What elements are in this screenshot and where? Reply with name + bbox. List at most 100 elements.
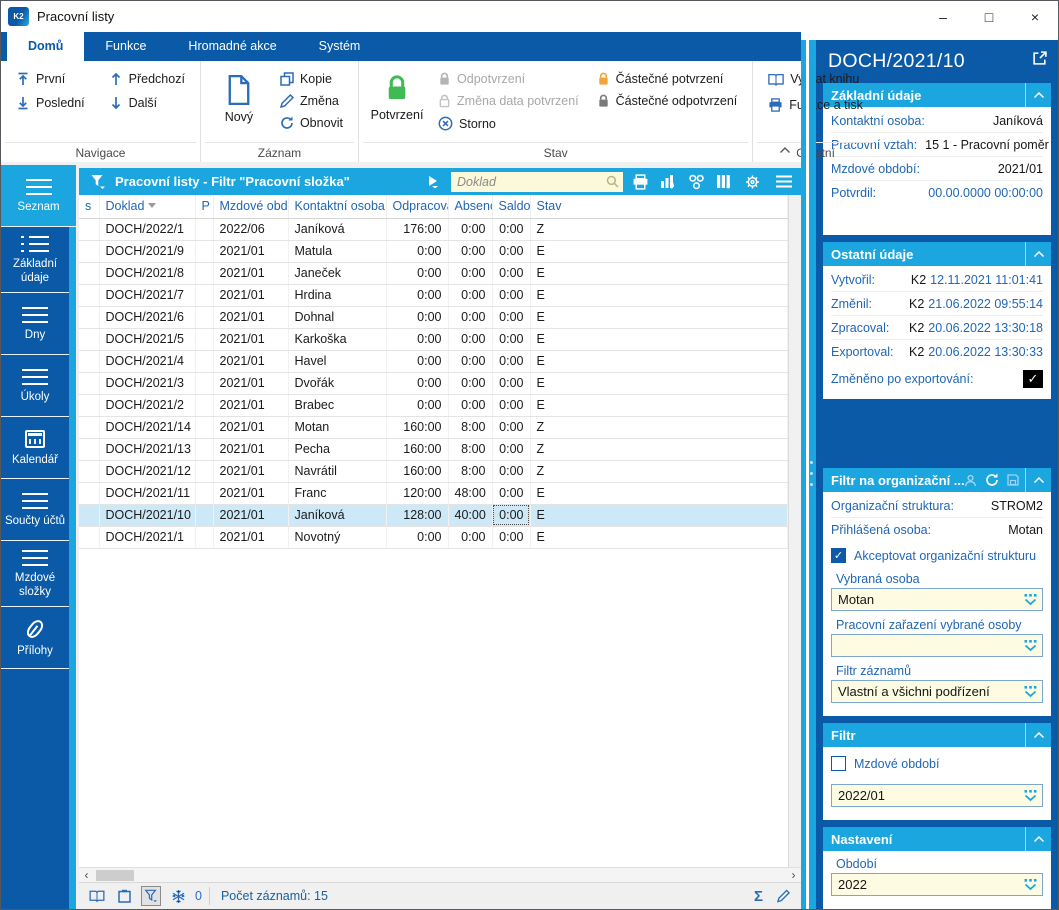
vertical-scrollbar[interactable] [788,195,801,867]
mzdove-obdobi-checkbox[interactable] [831,756,846,771]
cell-absence[interactable]: 8:00 [448,416,492,438]
refresh-button[interactable]: Obnovit [275,113,348,133]
column-header[interactable]: s [79,195,99,218]
dropdown-icon[interactable] [1023,685,1038,698]
storno-button[interactable]: Storno [433,113,584,134]
freeze-snowflake-icon[interactable] [168,886,188,906]
cell-stav[interactable]: E [530,262,788,284]
column-header[interactable]: Doklad [99,195,195,218]
cell-p[interactable] [195,350,213,372]
cell-p[interactable] [195,416,213,438]
book-view-icon[interactable] [87,886,107,906]
cell-stav[interactable]: E [530,284,788,306]
cell-odpracovano[interactable]: 176:00 [386,218,448,240]
column-header[interactable]: Saldo [492,195,530,218]
cell-osoba[interactable]: Havel [288,350,386,372]
print-grid-icon[interactable] [629,171,651,193]
cell-doklad[interactable]: DOCH/2021/13 [99,438,195,460]
play-filter-icon[interactable] [423,171,445,193]
collapse-section-icon[interactable] [1025,827,1051,851]
refresh-filter-icon[interactable] [985,473,999,487]
table-row[interactable]: DOCH/2021/2 2021/01 Brabec 0:00 0:00 0:0… [79,394,788,416]
cell-absence[interactable]: 0:00 [448,372,492,394]
cell-saldo[interactable]: 0:00 [492,350,530,372]
column-header[interactable]: Kontaktní osoba [288,195,386,218]
cell-doklad[interactable]: DOCH/2021/11 [99,482,195,504]
partial-unconfirm-button[interactable]: Částečné odpotvrzení [592,91,743,111]
cell-s[interactable] [79,262,99,284]
cell-doklad[interactable]: DOCH/2021/8 [99,262,195,284]
combo-field[interactable]: Motan [831,588,1043,611]
column-header[interactable]: Absence [448,195,492,218]
cell-obdobi[interactable]: 2021/01 [213,394,288,416]
table-row[interactable]: DOCH/2021/11 2021/01 Franc 120:00 48:00 … [79,482,788,504]
cell-odpracovano[interactable]: 0:00 [386,262,448,284]
cell-odpracovano[interactable]: 0:00 [386,240,448,262]
cell-osoba[interactable]: Karkoška [288,328,386,350]
cell-odpracovano[interactable]: 0:00 [386,350,448,372]
cell-obdobi[interactable]: 2021/01 [213,306,288,328]
cell-p[interactable] [195,328,213,350]
cell-doklad[interactable]: DOCH/2021/10 [99,504,195,526]
sidebar-item[interactable]: Základní údaje [1,227,69,293]
chart-icon[interactable] [657,171,679,193]
column-header[interactable]: P [195,195,213,218]
cell-s[interactable] [79,372,99,394]
cell-odpracovano[interactable]: 0:00 [386,394,448,416]
sidebar-item[interactable]: Kalendář [1,417,69,479]
cell-saldo[interactable]: 0:00 [492,262,530,284]
cell-doklad[interactable]: DOCH/2022/1 [99,218,195,240]
table-row[interactable]: DOCH/2022/1 2022/06 Janíková 176:00 0:00… [79,218,788,240]
sidebar-item[interactable]: Přílohy [1,607,69,669]
cell-osoba[interactable]: Navrátil [288,460,386,482]
sidebar-item[interactable]: Úkoly [1,355,69,417]
cell-saldo[interactable]: 0:00 [492,526,530,548]
sidebar-item[interactable]: Součty účtů [1,479,69,541]
table-row[interactable]: DOCH/2021/9 2021/01 Matula 0:00 0:00 0:0… [79,240,788,262]
grid-menu-icon[interactable] [773,171,795,193]
columns-icon[interactable] [713,171,735,193]
cell-obdobi[interactable]: 2021/01 [213,416,288,438]
table-row[interactable]: DOCH/2021/10 2021/01 Janíková 128:00 40:… [79,504,788,526]
cell-s[interactable] [79,328,99,350]
collapse-section-icon[interactable] [1025,242,1051,266]
cell-obdobi[interactable]: 2021/01 [213,482,288,504]
cell-odpracovano[interactable]: 120:00 [386,482,448,504]
cell-doklad[interactable]: DOCH/2021/1 [99,526,195,548]
cell-p[interactable] [195,218,213,240]
cell-p[interactable] [195,438,213,460]
cell-osoba[interactable]: Dvořák [288,372,386,394]
cell-obdobi[interactable]: 2021/01 [213,504,288,526]
cell-absence[interactable]: 0:00 [448,350,492,372]
cell-osoba[interactable]: Motan [288,416,386,438]
cell-saldo[interactable]: 0:00 [492,416,530,438]
cell-doklad[interactable]: DOCH/2021/2 [99,394,195,416]
minimize-button[interactable]: – [920,1,966,32]
period-combo[interactable]: 2022/01 [831,784,1043,807]
cell-s[interactable] [79,350,99,372]
cell-s[interactable] [79,504,99,526]
cell-s[interactable] [79,306,99,328]
splitter-handle[interactable] [810,461,813,486]
ribbon-tab[interactable]: Domů [7,32,84,61]
ribbon-tab[interactable]: Hromadné akce [167,32,297,61]
cell-obdobi[interactable]: 2021/01 [213,372,288,394]
horizontal-scrollbar[interactable]: ‹ › [79,867,801,882]
cell-stav[interactable]: E [530,526,788,548]
cell-obdobi[interactable]: 2021/01 [213,526,288,548]
search-input[interactable] [457,175,606,189]
cell-doklad[interactable]: DOCH/2021/12 [99,460,195,482]
cell-s[interactable] [79,438,99,460]
cell-obdobi[interactable]: 2021/01 [213,240,288,262]
cell-stav[interactable]: E [530,350,788,372]
filter-toggle-icon[interactable] [141,886,161,906]
table-row[interactable]: DOCH/2021/5 2021/01 Karkoška 0:00 0:00 0… [79,328,788,350]
table-row[interactable]: DOCH/2021/7 2021/01 Hrdina 0:00 0:00 0:0… [79,284,788,306]
cell-p[interactable] [195,526,213,548]
cell-s[interactable] [79,526,99,548]
cell-saldo[interactable]: 0:00 [492,438,530,460]
new-button[interactable]: Nový [211,69,267,133]
cell-doklad[interactable]: DOCH/2021/5 [99,328,195,350]
ribbon-tab[interactable]: Funkce [84,32,167,61]
column-header[interactable]: Stav [530,195,788,218]
